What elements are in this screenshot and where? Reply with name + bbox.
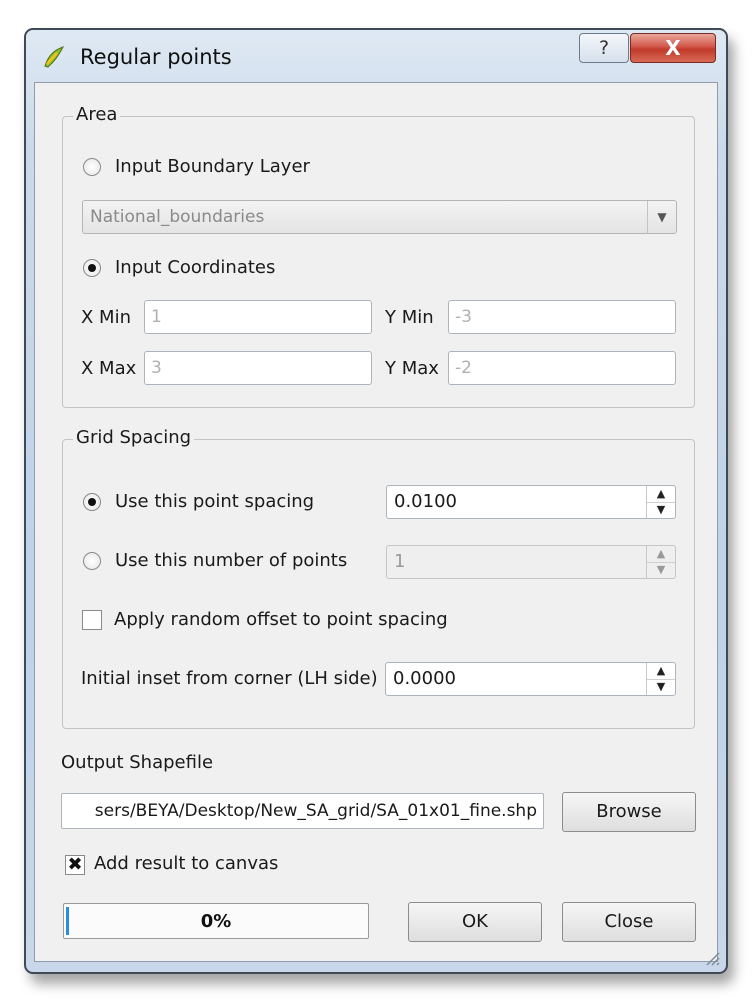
spin-down-icon[interactable]: ▼	[647, 679, 675, 695]
spin-down-icon[interactable]: ▼	[647, 502, 675, 518]
number-of-points-value: 1	[394, 551, 406, 572]
point-spacing-spinbox[interactable]: 0.0100 ▲ ▼	[386, 485, 676, 519]
progress-text: 0%	[200, 911, 232, 932]
number-of-points-radio[interactable]	[83, 552, 101, 570]
dialog-window: Regular points ? X Area Input Boundary L…	[24, 28, 728, 974]
input-coordinates-label: Input Coordinates	[115, 257, 276, 278]
title-bar[interactable]: Regular points ? X	[26, 30, 726, 86]
window-close-button[interactable]: X	[630, 33, 716, 63]
inset-spinbox[interactable]: 0.0000 ▲ ▼	[385, 662, 676, 696]
input-coordinates-radio[interactable]	[83, 259, 101, 277]
number-of-points-label: Use this number of points	[115, 550, 348, 571]
add-to-canvas-label: Add result to canvas	[94, 853, 279, 874]
dialog-client: Area Input Boundary Layer National_bound…	[34, 82, 718, 962]
output-shapefile-label: Output Shapefile	[61, 752, 214, 773]
output-path-value: sers/BEYA/Desktop/New_SA_grid/SA_01x01_f…	[94, 801, 537, 821]
ymax-value: -2	[455, 358, 472, 378]
boundary-layer-label: Input Boundary Layer	[115, 156, 310, 177]
browse-button[interactable]: Browse	[562, 792, 696, 832]
xmin-input[interactable]: 1	[144, 300, 372, 334]
xmin-label: X Min	[81, 307, 131, 328]
spin-up-icon[interactable]: ▲	[647, 486, 675, 503]
xmax-value: 3	[151, 358, 162, 378]
boundary-layer-radio[interactable]	[83, 158, 101, 176]
point-spacing-value: 0.0100	[394, 491, 457, 512]
spin-up-icon[interactable]: ▲	[647, 546, 675, 563]
qgis-app-icon	[44, 46, 65, 68]
spin-arrows: ▲ ▼	[646, 486, 675, 518]
boundary-layer-combo[interactable]: National_boundaries ▼	[82, 200, 677, 234]
add-to-canvas-checkbox[interactable]: ✖	[65, 855, 85, 875]
area-legend: Area	[73, 104, 121, 125]
spin-up-icon[interactable]: ▲	[647, 663, 675, 680]
grid-spacing-legend: Grid Spacing	[73, 427, 195, 448]
ymin-value: -3	[455, 307, 472, 327]
ok-button[interactable]: OK	[408, 902, 542, 942]
progress-bar: 0%	[63, 903, 369, 939]
resize-grip-icon[interactable]	[702, 948, 720, 966]
inset-label: Initial inset from corner (LH side)	[81, 668, 378, 689]
ymax-label: Y Max	[385, 358, 439, 379]
xmax-input[interactable]: 3	[144, 351, 372, 385]
window-title: Regular points	[80, 45, 232, 69]
output-path-input[interactable]: sers/BEYA/Desktop/New_SA_grid/SA_01x01_f…	[61, 793, 544, 829]
inset-value: 0.0000	[393, 668, 456, 689]
ymax-input[interactable]: -2	[448, 351, 676, 385]
spin-arrows: ▲ ▼	[646, 663, 675, 695]
number-of-points-spinbox[interactable]: 1 ▲ ▼	[386, 545, 676, 579]
help-button[interactable]: ?	[579, 33, 629, 63]
xmin-value: 1	[151, 307, 162, 327]
spin-arrows: ▲ ▼	[646, 546, 675, 578]
spin-down-icon[interactable]: ▼	[647, 562, 675, 578]
close-button[interactable]: Close	[562, 902, 696, 942]
point-spacing-radio[interactable]	[83, 493, 101, 511]
point-spacing-label: Use this point spacing	[115, 491, 315, 512]
chevron-down-icon[interactable]: ▼	[647, 201, 676, 233]
random-offset-checkbox[interactable]	[82, 610, 102, 630]
random-offset-label: Apply random offset to point spacing	[114, 609, 448, 630]
ymin-input[interactable]: -3	[448, 300, 676, 334]
boundary-layer-value: National_boundaries	[90, 207, 265, 227]
ymin-label: Y Min	[385, 307, 434, 328]
xmax-label: X Max	[81, 358, 137, 379]
